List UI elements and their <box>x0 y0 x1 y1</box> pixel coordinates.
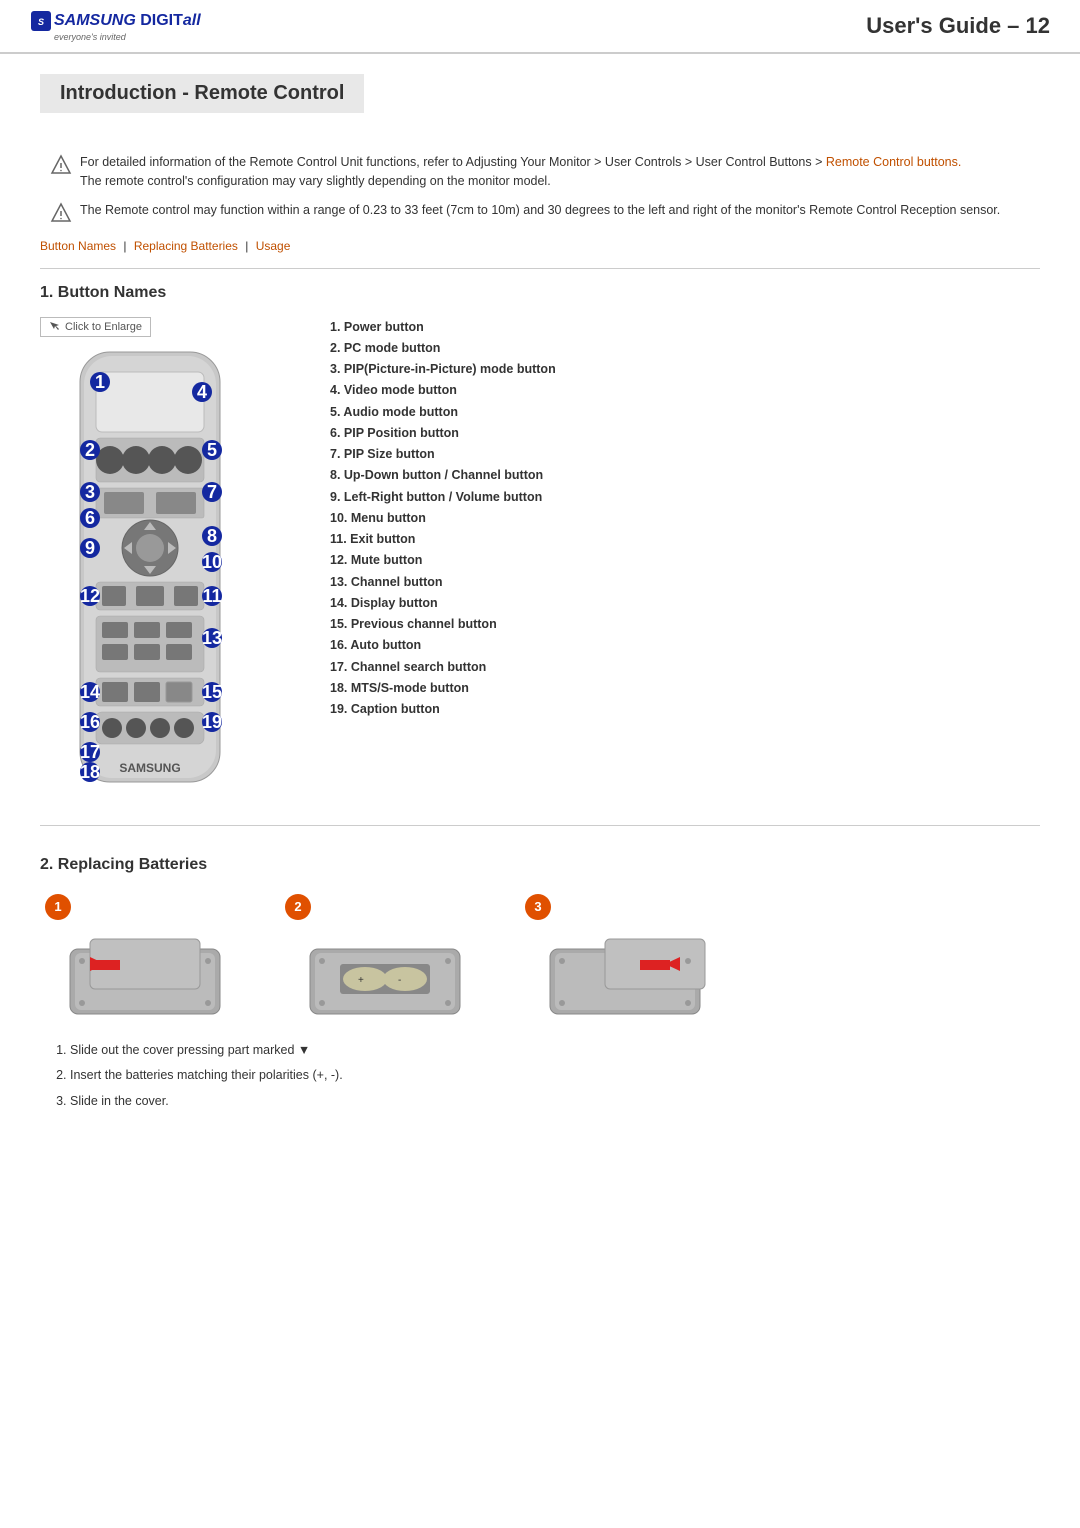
svg-text:14: 14 <box>80 682 100 702</box>
nav-replacing-batteries[interactable]: Replacing Batteries <box>134 239 238 253</box>
svg-text:15: 15 <box>202 682 222 702</box>
button-item-7: 7. PIP Size button <box>330 444 1040 465</box>
section-replacing-batteries: 2. Replacing Batteries 1 <box>40 856 1040 1113</box>
button-item-13: 13. Channel button <box>330 572 1040 593</box>
svg-text:-: - <box>398 975 401 986</box>
button-item-14: 14. Display button <box>330 593 1040 614</box>
note-1: For detailed information of the Remote C… <box>50 153 1040 191</box>
svg-text:9: 9 <box>85 538 95 558</box>
button-item-5: 5. Audio mode button <box>330 402 1040 423</box>
divider-2 <box>40 825 1040 826</box>
button-item-17: 17. Channel search button <box>330 657 1040 678</box>
nav-separator-1: | <box>123 239 129 253</box>
cursor-icon <box>49 321 61 333</box>
battery-step-1-text: Slide out the cover pressing part marked… <box>70 1039 1040 1062</box>
svg-text:3: 3 <box>85 482 95 502</box>
page-header: S SAMSUNG DIGITall everyone's invited Us… <box>0 0 1080 54</box>
battery-step-2-text: Insert the batteries matching their pola… <box>70 1064 1040 1087</box>
svg-text:4: 4 <box>197 382 207 402</box>
battery-svg-1 <box>40 889 250 1019</box>
button-item-19: 19. Caption button <box>330 699 1040 720</box>
remote-control-link[interactable]: Remote Control buttons. <box>826 155 962 169</box>
battery-step-3-text: Slide in the cover. <box>70 1090 1040 1113</box>
svg-text:6: 6 <box>85 508 95 528</box>
button-item-11: 11. Exit button <box>330 529 1040 550</box>
svg-text:8: 8 <box>207 526 217 546</box>
button-item-2: 2. PC mode button <box>330 338 1040 359</box>
step-3-circle: 3 <box>525 894 551 920</box>
nav-links: Button Names | Replacing Batteries | Usa… <box>40 239 1040 253</box>
svg-text:S: S <box>38 17 44 27</box>
svg-text:11: 11 <box>202 586 221 606</box>
section-button-names: 1. Button Names Click to Enlarge <box>40 284 1040 805</box>
svg-text:+: + <box>358 975 364 986</box>
svg-text:SAMSUNG: SAMSUNG <box>119 761 180 775</box>
note-icon-2 <box>50 202 72 224</box>
button-item-8: 8. Up-Down button / Channel button <box>330 465 1040 486</box>
remote-control-svg: 1 4 <box>40 342 260 802</box>
step-1-circle: 1 <box>45 894 71 920</box>
logo-text: SAMSUNG DIGITall <box>54 12 201 30</box>
button-item-4: 4. Video mode button <box>330 380 1040 401</box>
button-item-12: 12. Mute button <box>330 550 1040 571</box>
battery-svg-3 <box>520 889 730 1019</box>
button-item-10: 10. Menu button <box>330 508 1040 529</box>
note-2-text: The Remote control may function within a… <box>80 201 1000 220</box>
battery-instructions: Slide out the cover pressing part marked… <box>70 1039 1040 1113</box>
svg-text:17: 17 <box>80 742 100 762</box>
button-item-3: 3. PIP(Picture-in-Picture) mode button <box>330 359 1040 380</box>
svg-text:10: 10 <box>202 552 222 572</box>
page-title: Introduction - Remote Control <box>40 74 364 113</box>
section1-title: 1. Button Names <box>40 284 1040 302</box>
battery-step-2: 2 + - <box>280 889 490 1019</box>
page: S SAMSUNG DIGITall everyone's invited Us… <box>0 0 1080 1528</box>
battery-svg-2: + - <box>280 889 490 1019</box>
button-list: 1. Power button 2. PC mode button 3. PIP… <box>330 317 1040 805</box>
svg-text:2: 2 <box>85 440 95 460</box>
svg-text:19: 19 <box>202 712 222 732</box>
remote-image-container: Click to Enlarge <box>40 317 300 805</box>
note-icon-1 <box>50 154 72 176</box>
battery-images: 1 <box>40 889 1040 1019</box>
note-1-text: For detailed information of the Remote C… <box>80 153 961 191</box>
samsung-logo-icon: S <box>30 10 52 32</box>
button-names-content: Click to Enlarge <box>40 317 1040 805</box>
button-item-16: 16. Auto button <box>330 635 1040 656</box>
svg-text:13: 13 <box>202 628 222 648</box>
page-number: User's Guide – 12 <box>866 13 1050 39</box>
battery-step-3: 3 <box>520 889 730 1019</box>
svg-text:7: 7 <box>207 482 217 502</box>
nav-button-names[interactable]: Button Names <box>40 239 116 253</box>
button-item-18: 18. MTS/S-mode button <box>330 678 1040 699</box>
divider-1 <box>40 268 1040 269</box>
svg-text:5: 5 <box>207 440 217 460</box>
section2-title: 2. Replacing Batteries <box>40 856 1040 874</box>
logo-tagline: everyone's invited <box>54 32 201 42</box>
click-to-enlarge-button[interactable]: Click to Enlarge <box>40 317 151 337</box>
svg-text:16: 16 <box>80 712 100 732</box>
button-item-15: 15. Previous channel button <box>330 614 1040 635</box>
battery-step-1: 1 <box>40 889 250 1019</box>
notes-section: For detailed information of the Remote C… <box>40 153 1040 224</box>
nav-usage[interactable]: Usage <box>256 239 291 253</box>
step-2-circle: 2 <box>285 894 311 920</box>
svg-text:18: 18 <box>80 762 100 782</box>
button-item-6: 6. PIP Position button <box>330 423 1040 444</box>
button-item-1: 1. Power button <box>330 317 1040 338</box>
page-title-container: Introduction - Remote Control <box>40 74 1040 133</box>
svg-text:12: 12 <box>80 586 100 606</box>
nav-separator-2: | <box>245 239 251 253</box>
svg-text:1: 1 <box>95 372 105 392</box>
logo: S SAMSUNG DIGITall everyone's invited <box>30 10 201 42</box>
button-item-9: 9. Left-Right button / Volume button <box>330 487 1040 508</box>
note-2: The Remote control may function within a… <box>50 201 1040 224</box>
